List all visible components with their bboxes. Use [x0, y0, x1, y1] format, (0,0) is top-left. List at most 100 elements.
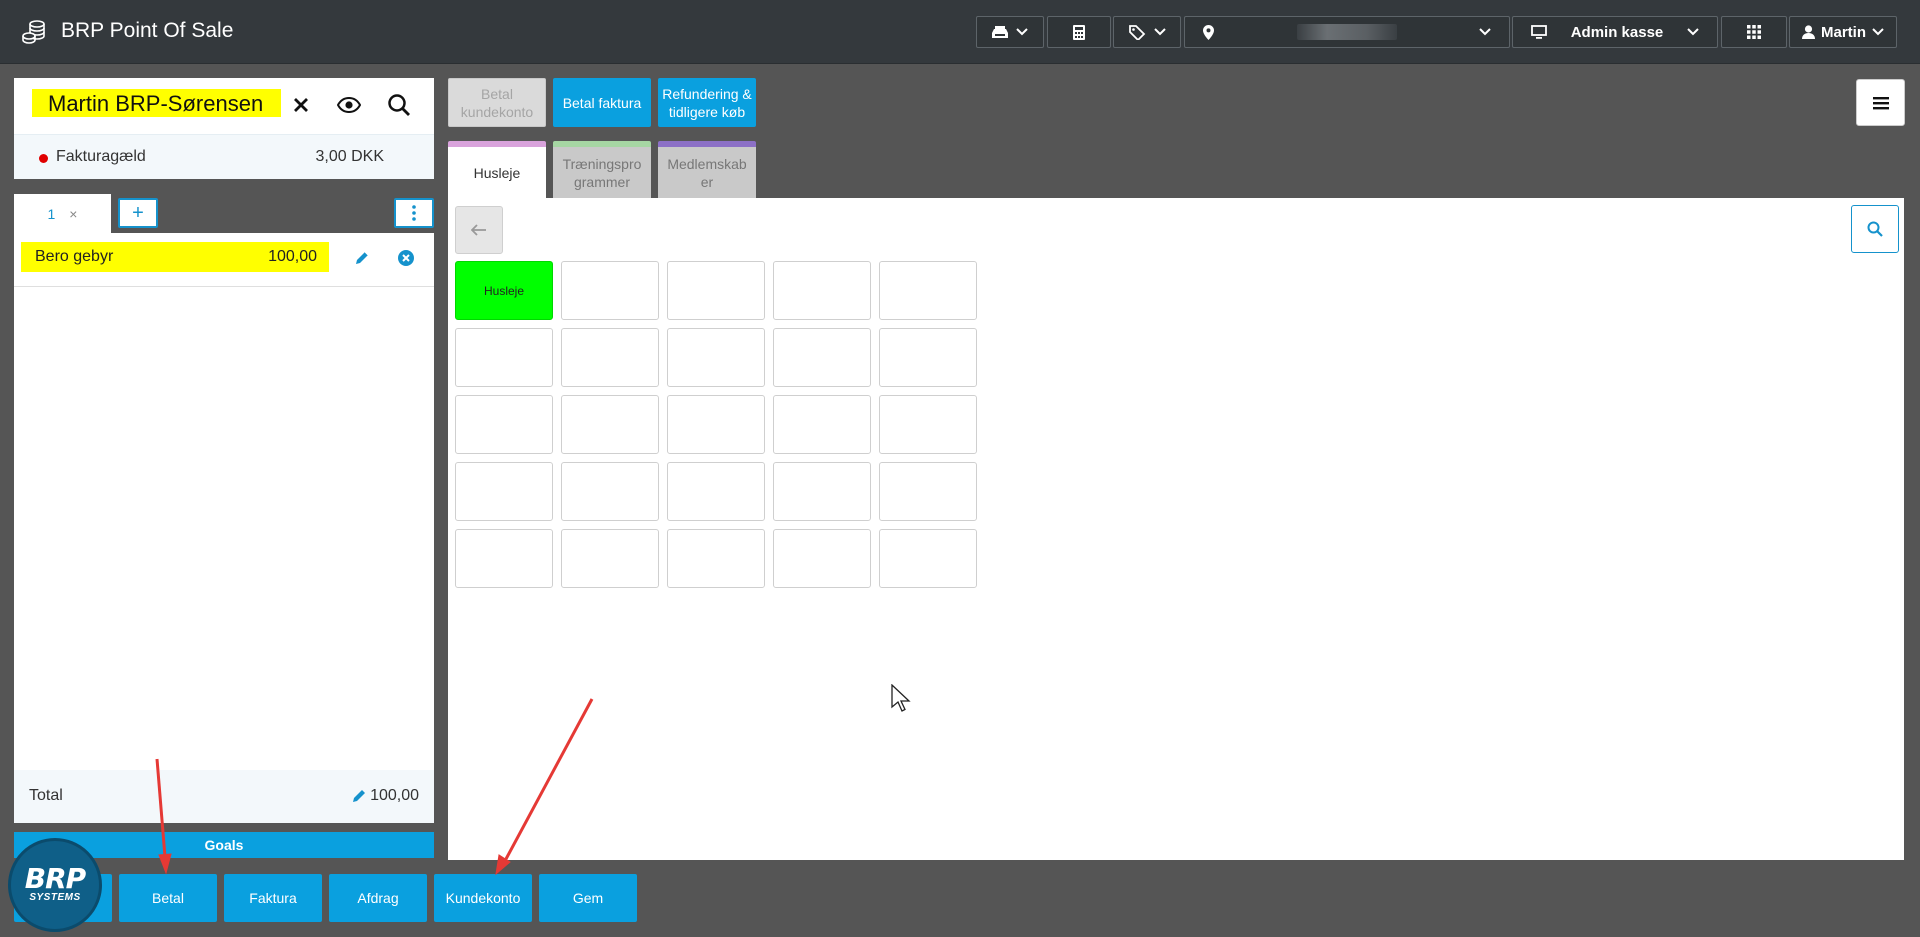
tags-icon: [1128, 24, 1145, 40]
product-tile-empty[interactable]: [667, 328, 765, 387]
product-tile-empty[interactable]: [455, 529, 553, 588]
product-tile-empty[interactable]: [455, 462, 553, 521]
kundekonto-button[interactable]: Kundekonto: [434, 874, 532, 922]
map-pin-icon: [1203, 24, 1214, 40]
product-search-button[interactable]: [1851, 205, 1899, 253]
product-tile-empty[interactable]: [455, 395, 553, 454]
clear-customer-button[interactable]: [286, 90, 316, 120]
printer-icon: [992, 26, 1008, 38]
cart-options-button[interactable]: [394, 198, 434, 228]
product-tile-empty[interactable]: [773, 328, 871, 387]
chevron-down-icon: [1016, 28, 1028, 36]
tags-dropdown[interactable]: [1113, 16, 1181, 48]
top-bar: BRP Point Of Sale Admin kasse Martin: [0, 0, 1920, 64]
product-tile-empty[interactable]: [561, 462, 659, 521]
search-icon: [1867, 221, 1883, 237]
product-tile-empty[interactable]: [773, 261, 871, 320]
cart-line[interactable]: Bero gebyr 100,00: [14, 233, 434, 287]
chevron-down-icon: [1153, 28, 1166, 36]
logo-text-brp: BRP: [24, 862, 86, 895]
back-button[interactable]: [455, 206, 503, 254]
product-tile-empty[interactable]: [879, 328, 977, 387]
close-icon: [294, 98, 308, 112]
product-area: Husleje: [448, 198, 1904, 860]
product-tile-empty[interactable]: [879, 261, 977, 320]
refundering-button[interactable]: Refundering & tidligere køb: [658, 78, 756, 127]
product-tile-empty[interactable]: [773, 395, 871, 454]
product-tile-empty[interactable]: [667, 529, 765, 588]
total-label: Total: [29, 787, 63, 804]
brp-systems-logo: BRP SYSTEMS: [8, 838, 102, 932]
user-icon: [1802, 25, 1815, 39]
mouse-cursor-icon: [891, 684, 911, 712]
remove-line-button[interactable]: [394, 246, 418, 270]
edit-total-button[interactable]: [348, 785, 370, 807]
location-dropdown[interactable]: [1184, 16, 1510, 48]
customer-name[interactable]: Martin BRP-Sørensen: [32, 89, 282, 117]
add-cart-tab-button[interactable]: +: [118, 198, 158, 228]
calculator-icon: [1073, 24, 1085, 40]
cart-tab-label: 1: [47, 205, 56, 222]
chevron-down-icon: [1479, 28, 1491, 36]
product-tile-empty[interactable]: [561, 529, 659, 588]
product-tile-empty[interactable]: [667, 462, 765, 521]
chevron-down-icon: [1687, 28, 1699, 36]
afdrag-button[interactable]: Afdrag: [329, 874, 427, 922]
product-tile-empty[interactable]: [561, 395, 659, 454]
product-tile-empty[interactable]: [561, 261, 659, 320]
cart-line-highlight: Bero gebyr 100,00: [21, 242, 329, 272]
product-tile-empty[interactable]: [667, 395, 765, 454]
edit-line-button[interactable]: [350, 246, 374, 270]
monitor-icon: [1531, 25, 1547, 39]
cart-line-name: Bero gebyr: [35, 248, 114, 265]
tab-husleje[interactable]: Husleje: [448, 141, 546, 199]
more-vertical-icon: [412, 205, 416, 221]
logo-text-systems: SYSTEMS: [29, 892, 81, 903]
register-dropdown[interactable]: Admin kasse: [1512, 16, 1718, 48]
product-tile-husleje[interactable]: Husleje: [455, 261, 553, 320]
search-customer-button[interactable]: [384, 90, 414, 120]
tab-traeningsprogrammer[interactable]: Træningsprogrammer: [553, 141, 651, 198]
close-tab-icon[interactable]: ×: [69, 206, 77, 222]
main-menu-button[interactable]: [1856, 79, 1905, 126]
gem-button[interactable]: Gem: [539, 874, 637, 922]
register-label: Admin kasse: [1570, 23, 1664, 41]
debt-status-dot: [39, 154, 48, 163]
betal-faktura-button[interactable]: Betal faktura: [553, 78, 651, 127]
faktura-button[interactable]: Faktura: [224, 874, 322, 922]
customer-panel: Martin BRP-Sørensen Fakturagæld 3,00 DKK: [14, 78, 434, 179]
search-icon: [388, 94, 410, 116]
app-title: BRP Point Of Sale: [61, 19, 234, 42]
product-tile-empty[interactable]: [667, 261, 765, 320]
debt-label: Fakturagæld: [56, 148, 146, 165]
cart: Bero gebyr 100,00 Total 100,00: [14, 233, 434, 823]
product-tile-empty[interactable]: [879, 395, 977, 454]
product-tile-empty[interactable]: [773, 462, 871, 521]
product-tile-empty[interactable]: [455, 328, 553, 387]
apps-grid-icon: [1747, 25, 1761, 39]
product-tile-empty[interactable]: [879, 529, 977, 588]
tab-medlemskaber[interactable]: Medlemskaber: [658, 141, 756, 198]
hamburger-menu-icon: [1872, 96, 1889, 109]
betal-kundekonto-button[interactable]: Betal kundekonto: [448, 78, 546, 127]
product-tile-empty[interactable]: [879, 462, 977, 521]
product-tile-empty[interactable]: [773, 529, 871, 588]
betal-button[interactable]: Betal: [119, 874, 217, 922]
customer-debt-row: Fakturagæld 3,00 DKK: [14, 134, 434, 179]
close-circle-icon: [398, 250, 414, 266]
user-label: Martin: [1821, 23, 1866, 41]
pencil-icon: [356, 251, 369, 264]
cart-total-row: Total 100,00: [14, 770, 434, 823]
cart-tab-1[interactable]: 1 ×: [14, 194, 111, 233]
user-dropdown[interactable]: Martin: [1789, 16, 1897, 48]
view-customer-button[interactable]: [334, 90, 364, 120]
chevron-down-icon: [1872, 28, 1884, 36]
cart-line-amount: 100,00: [268, 248, 317, 265]
calculator-button[interactable]: [1047, 16, 1111, 48]
apps-button[interactable]: [1721, 16, 1787, 48]
product-tile-empty[interactable]: [561, 328, 659, 387]
printer-dropdown[interactable]: [976, 16, 1044, 48]
arrow-left-icon: [471, 224, 486, 236]
debt-value: 3,00 DKK: [315, 148, 384, 165]
eye-icon: [337, 97, 361, 113]
